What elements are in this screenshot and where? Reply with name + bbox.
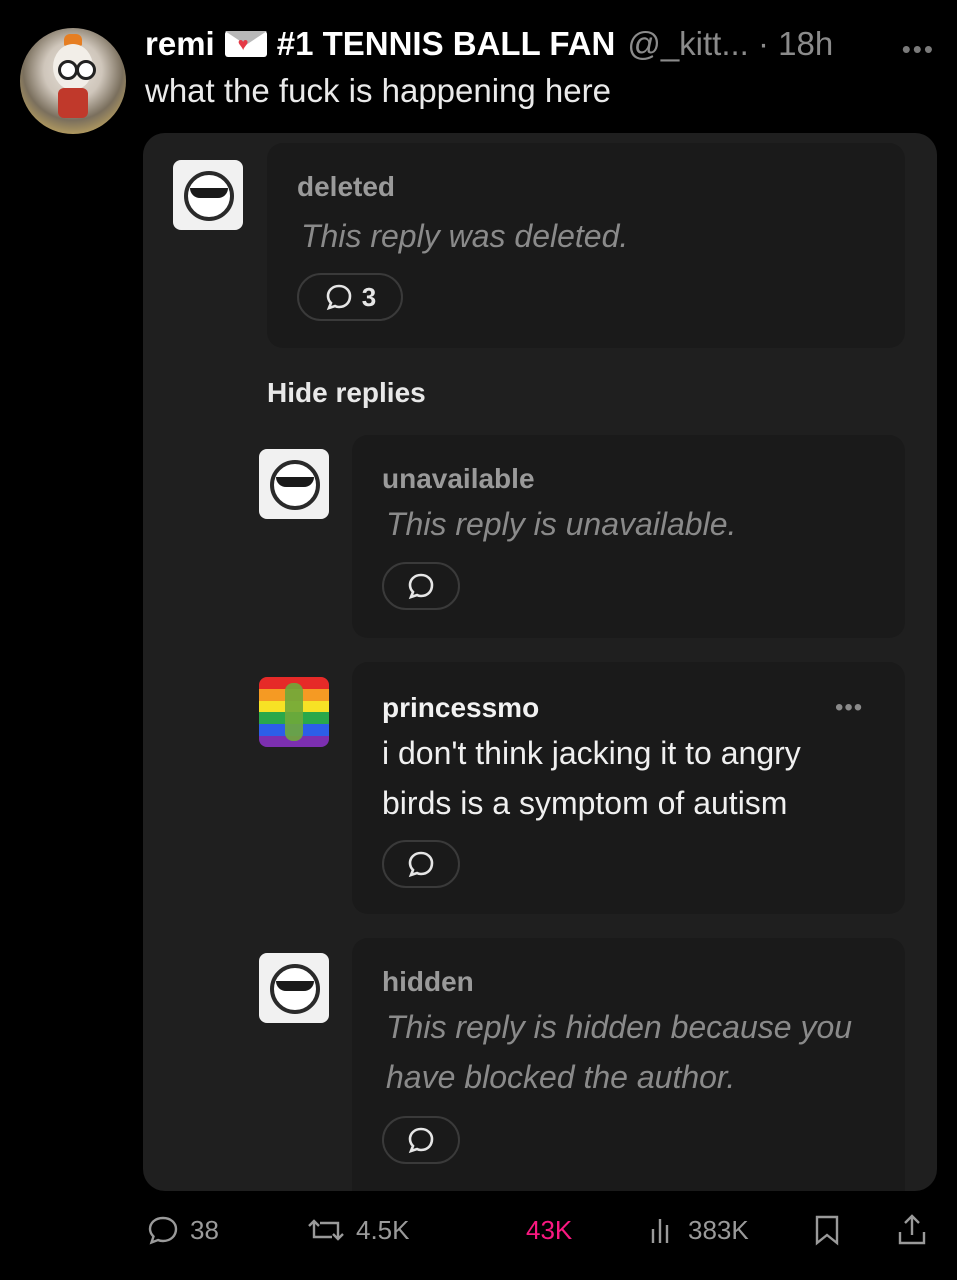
reply-button[interactable] bbox=[382, 1116, 460, 1164]
reply-icon bbox=[148, 1216, 178, 1245]
reply-count-button[interactable]: 3 bbox=[297, 273, 403, 321]
share-icon bbox=[898, 1214, 926, 1245]
reply-button[interactable] bbox=[382, 562, 460, 610]
bookmark-button[interactable] bbox=[812, 1200, 852, 1260]
comment-icon bbox=[408, 573, 434, 600]
character-figure bbox=[285, 683, 303, 741]
sunglasses-icon bbox=[276, 477, 314, 487]
reply-message: i don't think jacking it to angry birds … bbox=[382, 735, 801, 821]
more-options-icon[interactable]: ••• bbox=[902, 34, 935, 65]
love-letter-icon: ♥ bbox=[224, 31, 267, 57]
sunglasses-icon bbox=[190, 188, 228, 198]
reply-more-options-icon[interactable]: ••• bbox=[835, 694, 863, 722]
reply-message: This reply was deleted. bbox=[301, 218, 629, 254]
author-tagline: #1 TENNIS BALL FAN bbox=[276, 25, 616, 62]
reply-message: This reply is hidden because you have bl… bbox=[386, 1009, 853, 1095]
handle-and-time: @_kitt... · 18h bbox=[627, 25, 834, 62]
repost-icon bbox=[308, 1219, 344, 1241]
reply-box-unavailable: unavailable This reply is unavailable. bbox=[352, 435, 905, 638]
reply-box-princessmo: princessmo ••• i don't think jacking it … bbox=[352, 662, 905, 914]
author-name[interactable]: remi bbox=[145, 25, 215, 63]
reply-box-deleted: deleted This reply was deleted. 3 bbox=[267, 143, 905, 348]
post-text: what the fuck is happening here bbox=[145, 72, 611, 109]
reply-count: 3 bbox=[361, 281, 377, 312]
default-avatar bbox=[259, 953, 329, 1023]
reply-username: hidden bbox=[382, 966, 474, 997]
reply-username: deleted bbox=[297, 171, 396, 202]
views-count: 383K bbox=[688, 1214, 749, 1245]
reply-username: unavailable bbox=[382, 463, 535, 494]
views-icon bbox=[651, 1219, 669, 1243]
hide-replies-button[interactable]: Hide replies bbox=[267, 377, 426, 409]
default-avatar bbox=[259, 449, 329, 519]
like-count: 43K bbox=[526, 1214, 573, 1245]
like-action[interactable]: 43K bbox=[526, 1200, 572, 1260]
sunglasses-icon bbox=[276, 981, 314, 991]
post-action-bar: 38 4.5K 43K 383K bbox=[0, 1200, 957, 1260]
repost-count: 4.5K bbox=[356, 1214, 410, 1245]
reply-box-hidden: hidden This reply is hidden because you … bbox=[352, 938, 905, 1191]
reply-message: This reply is unavailable. bbox=[386, 506, 737, 542]
reply-count: 38 bbox=[190, 1214, 219, 1245]
comment-icon bbox=[326, 284, 352, 311]
author-avatar[interactable] bbox=[20, 28, 126, 134]
comment-icon bbox=[408, 851, 434, 878]
princessmo-avatar[interactable] bbox=[259, 677, 329, 747]
bookmark-icon bbox=[815, 1215, 839, 1246]
reply-action[interactable]: 38 bbox=[146, 1200, 219, 1260]
avatar-eye bbox=[58, 60, 78, 80]
avatar-eye bbox=[76, 60, 96, 80]
avatar-body bbox=[58, 88, 88, 118]
share-button[interactable] bbox=[894, 1200, 940, 1260]
comment-icon bbox=[408, 1127, 434, 1154]
default-avatar bbox=[173, 160, 243, 230]
reply-username[interactable]: princessmo bbox=[382, 692, 539, 724]
views-action[interactable]: 383K bbox=[648, 1200, 749, 1260]
embedded-thread-card[interactable]: deleted This reply was deleted. 3 Hide r… bbox=[143, 133, 937, 1191]
reply-button[interactable] bbox=[382, 840, 460, 888]
repost-action[interactable]: 4.5K bbox=[306, 1200, 410, 1260]
post-header: remi ♥ #1 TENNIS BALL FAN @_kitt... · 18… bbox=[145, 24, 833, 64]
